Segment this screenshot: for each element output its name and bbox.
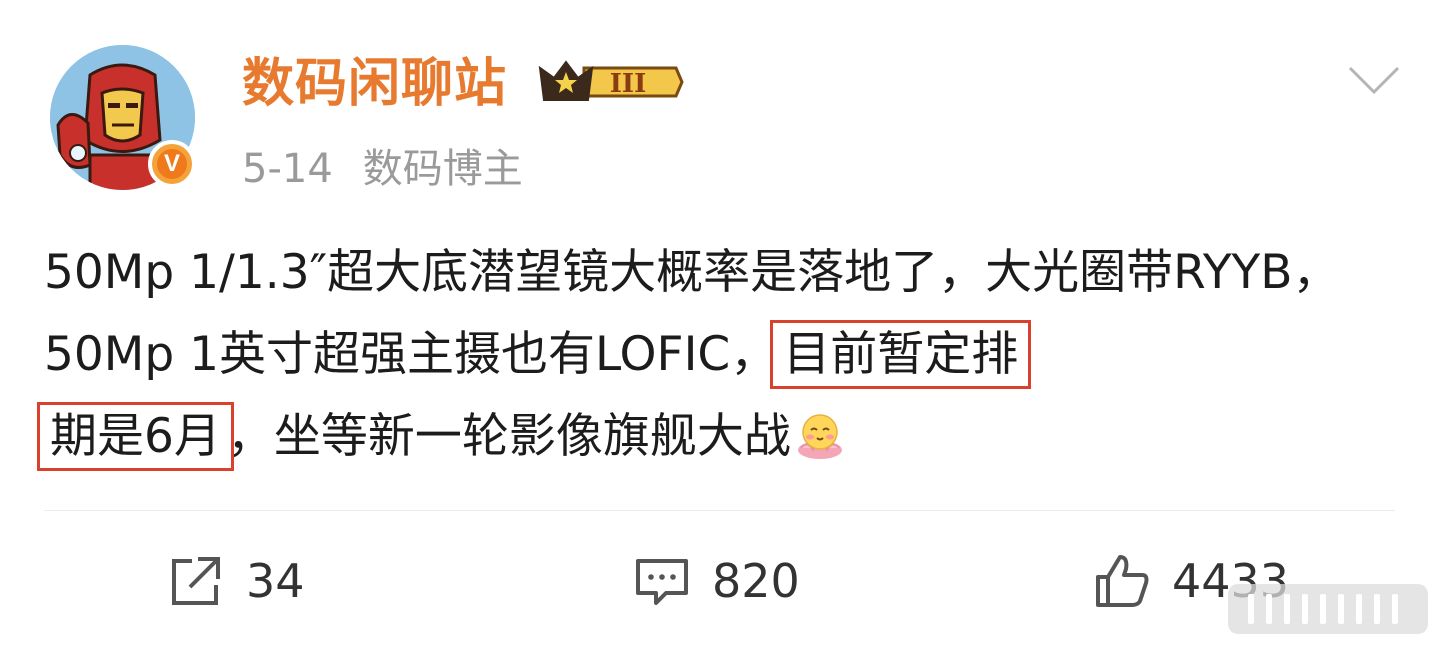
content-text-end: ，坐等新一轮影像旗舰大战 (226, 409, 791, 464)
post-meta: 5-14 数码博主 (242, 142, 523, 196)
post-date: 5-14 (242, 146, 333, 192)
author-role: 数码博主 (362, 146, 523, 192)
divider (44, 510, 1395, 511)
emoji-icon (797, 414, 842, 459)
highlight-box-1: 目前暂定排 (770, 320, 1032, 389)
watermark (1228, 584, 1428, 634)
comment-count: 820 (712, 554, 800, 608)
content-text: 50Mp 1/1.3″超大底潜望镜大概率是落地了，大光圈带RYYB，50Mp 1… (44, 245, 1340, 382)
comment-icon (636, 559, 688, 605)
share-icon (172, 557, 220, 605)
like-icon (1096, 555, 1149, 607)
comment-button[interactable]: 820 (634, 548, 800, 614)
vip-crown-icon[interactable]: III (536, 54, 684, 110)
vip-level: III (610, 69, 647, 99)
repost-button[interactable]: 34 (168, 548, 305, 614)
repost-count: 34 (246, 554, 305, 608)
highlight-box-2: 期是6月 (37, 402, 234, 471)
chevron-down-icon[interactable] (1346, 62, 1402, 98)
verified-v-icon: V (148, 140, 196, 188)
post-content: 50Mp 1/1.3″超大底潜望镜大概率是落地了，大光圈带RYYB，50Mp 1… (37, 232, 1384, 478)
username[interactable]: 数码闲聊站 (242, 48, 507, 120)
